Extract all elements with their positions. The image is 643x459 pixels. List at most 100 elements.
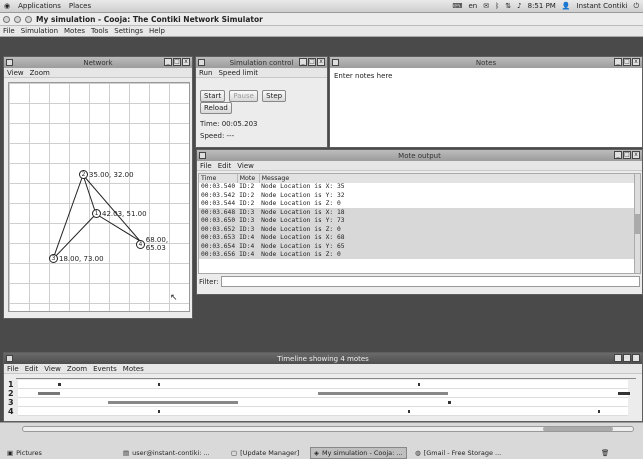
maximize-icon[interactable]: □ [623,58,631,66]
applications-menu[interactable]: Applications [14,2,65,10]
moteoutput-menu-view[interactable]: View [237,162,254,170]
user-name[interactable]: Instant Contiki [577,2,628,10]
window-menu-icon[interactable] [332,59,339,66]
step-button[interactable]: Step [262,90,287,102]
table-row[interactable]: 00:03.650 ID:3 Node Location is Y: 73 [199,216,640,225]
moteoutput-menu-file[interactable]: File [200,162,212,170]
start-button[interactable]: Start [200,90,226,102]
network-menu-zoom[interactable]: Zoom [30,69,50,77]
minimize-icon[interactable]: _ [614,354,622,362]
filter-input[interactable] [220,276,640,287]
minimize-icon[interactable]: _ [299,58,307,66]
node-1[interactable]: 1 42.03, 51.00 [92,209,147,218]
table-row[interactable]: 00:03.542 ID:2 Node Location is Y: 32 [199,191,640,200]
timeline-menu-file[interactable]: File [7,365,19,373]
taskbar-item-pictures[interactable]: ▣ Pictures [4,447,45,459]
network-menu-view[interactable]: View [7,69,24,77]
timeline-row-3[interactable]: 3 [8,398,628,407]
maximize-icon[interactable]: □ [308,58,316,66]
maximize-icon[interactable]: □ [623,151,631,159]
close-icon[interactable]: x [317,58,325,66]
minimize-icon[interactable]: _ [164,58,172,66]
node-4[interactable]: 4 68.00, 65.03 [136,236,189,252]
close-icon[interactable]: x [632,354,640,362]
timeline-menu-motes[interactable]: Motes [123,365,144,373]
menu-file[interactable]: File [3,27,15,35]
reload-button[interactable]: Reload [200,102,232,114]
timeline-scrollbar[interactable] [22,426,634,432]
table-row[interactable]: 00:03.648 ID:3 Node Location is X: 18 [199,208,640,217]
table-row[interactable]: 00:03.653 ID:4 Node Location is X: 68 [199,233,640,242]
maximize-window-icon[interactable] [25,15,32,23]
timeline-row-2[interactable]: 2 [8,389,630,398]
taskbar-item-terminal[interactable]: ▤ user@instant-contiki: ... [120,447,213,459]
network-title-bar[interactable]: Network _ □ x [4,57,192,68]
moteoutput-title-bar[interactable]: Mote output _ □ x [197,150,642,161]
timeline-row-1[interactable]: 1 [8,380,628,389]
close-icon[interactable]: x [632,151,640,159]
network-menu-bar: View Zoom [4,68,192,78]
window-menu-icon[interactable] [198,59,205,66]
minimize-window-icon[interactable] [14,15,21,23]
language-indicator[interactable]: en [468,2,477,10]
close-icon[interactable]: x [632,58,640,66]
gnome-logo-icon[interactable]: ◉ [0,2,14,10]
col-time[interactable]: Time [199,174,238,183]
table-row[interactable]: 00:03.654 ID:4 Node Location is Y: 65 [199,242,640,251]
menu-tools[interactable]: Tools [91,27,108,35]
table-row[interactable]: 00:03.656 ID:4 Node Location is Z: 0 [199,250,640,259]
moteoutput-menu-edit[interactable]: Edit [218,162,232,170]
simcontrol-title-bar[interactable]: Simulation control _ □ x [196,57,327,68]
menu-settings[interactable]: Settings [114,27,143,35]
timeline-menu-edit[interactable]: Edit [25,365,39,373]
window-menu-icon[interactable] [6,355,13,362]
timeline-title-bar[interactable]: Timeline showing 4 motes _ □ x [4,353,642,364]
network-icon[interactable]: ⇅ [505,2,511,10]
notes-title-bar[interactable]: Notes _ □ x [330,57,642,68]
table-row[interactable]: 00:03.540 ID:2 Node Location is X: 35 [199,183,640,192]
timeline-menu-view[interactable]: View [44,365,61,373]
places-menu[interactable]: Places [65,2,95,10]
node-3[interactable]: 3 18.00, 73.00 [49,254,104,263]
minimize-icon[interactable]: _ [614,58,622,66]
window-menu-icon[interactable] [6,59,13,66]
mail-icon[interactable]: ✉ [483,2,489,10]
keyboard-icon[interactable]: ⌨ [452,2,462,10]
close-icon[interactable]: x [182,58,190,66]
table-row[interactable]: 00:03.544 ID:2 Node Location is Z: 0 [199,200,640,209]
col-mote[interactable]: Mote [237,174,260,183]
update-icon: ▢ [231,449,238,457]
volume-icon[interactable]: ♪ [517,2,521,10]
system-top-bar: ◉ Applications Places ⌨ en ✉ ᛒ ⇅ ♪ 8:51 … [0,0,643,13]
col-message[interactable]: Message [259,174,640,183]
scrollbar-thumb[interactable] [635,214,640,234]
simcontrol-menu-run[interactable]: Run [199,69,212,77]
simcontrol-menu-speed[interactable]: Speed limit [218,69,258,77]
maximize-icon[interactable]: □ [173,58,181,66]
taskbar-item-cooja[interactable]: ◈ My simulation - Cooja: ... [310,447,407,459]
timeline-scrollbar-thumb[interactable] [543,427,613,431]
power-icon[interactable]: ⏻ [633,2,639,11]
bluetooth-icon[interactable]: ᛒ [495,2,499,10]
trash-icon[interactable]: 🗑 [598,447,612,459]
timeline-row-4[interactable]: 4 [8,407,628,416]
network-canvas[interactable]: 2 35.00, 32.00 1 42.03, 51.00 4 68.00, 6… [8,82,190,312]
timeline-menu-zoom[interactable]: Zoom [67,365,87,373]
table-row[interactable]: 00:03.652 ID:3 Node Location is Z: 0 [199,225,640,234]
menu-simulation[interactable]: Simulation [21,27,58,35]
timeline-menu-events[interactable]: Events [93,365,117,373]
pause-button[interactable]: Pause [229,90,258,102]
window-menu-icon[interactable] [199,152,206,159]
mote-output-scrollbar[interactable] [634,174,640,273]
minimize-icon[interactable]: _ [614,151,622,159]
mote-output-table-container[interactable]: Time Mote Message 00:03.540 ID:2 Node Loca… [198,173,641,274]
menu-help[interactable]: Help [149,27,165,35]
taskbar-item-update-manager[interactable]: ▢ [Update Manager] [228,447,302,459]
clock[interactable]: 8:51 PM [528,2,556,10]
menu-motes[interactable]: Motes [64,27,85,35]
node-2[interactable]: 2 35.00, 32.00 [79,170,134,179]
close-window-icon[interactable] [3,15,10,23]
notes-text-area[interactable]: Enter notes here [330,68,642,147]
taskbar-item-browser[interactable]: ◍ [Gmail - Free Storage ... [412,447,504,459]
maximize-icon[interactable]: □ [623,354,631,362]
